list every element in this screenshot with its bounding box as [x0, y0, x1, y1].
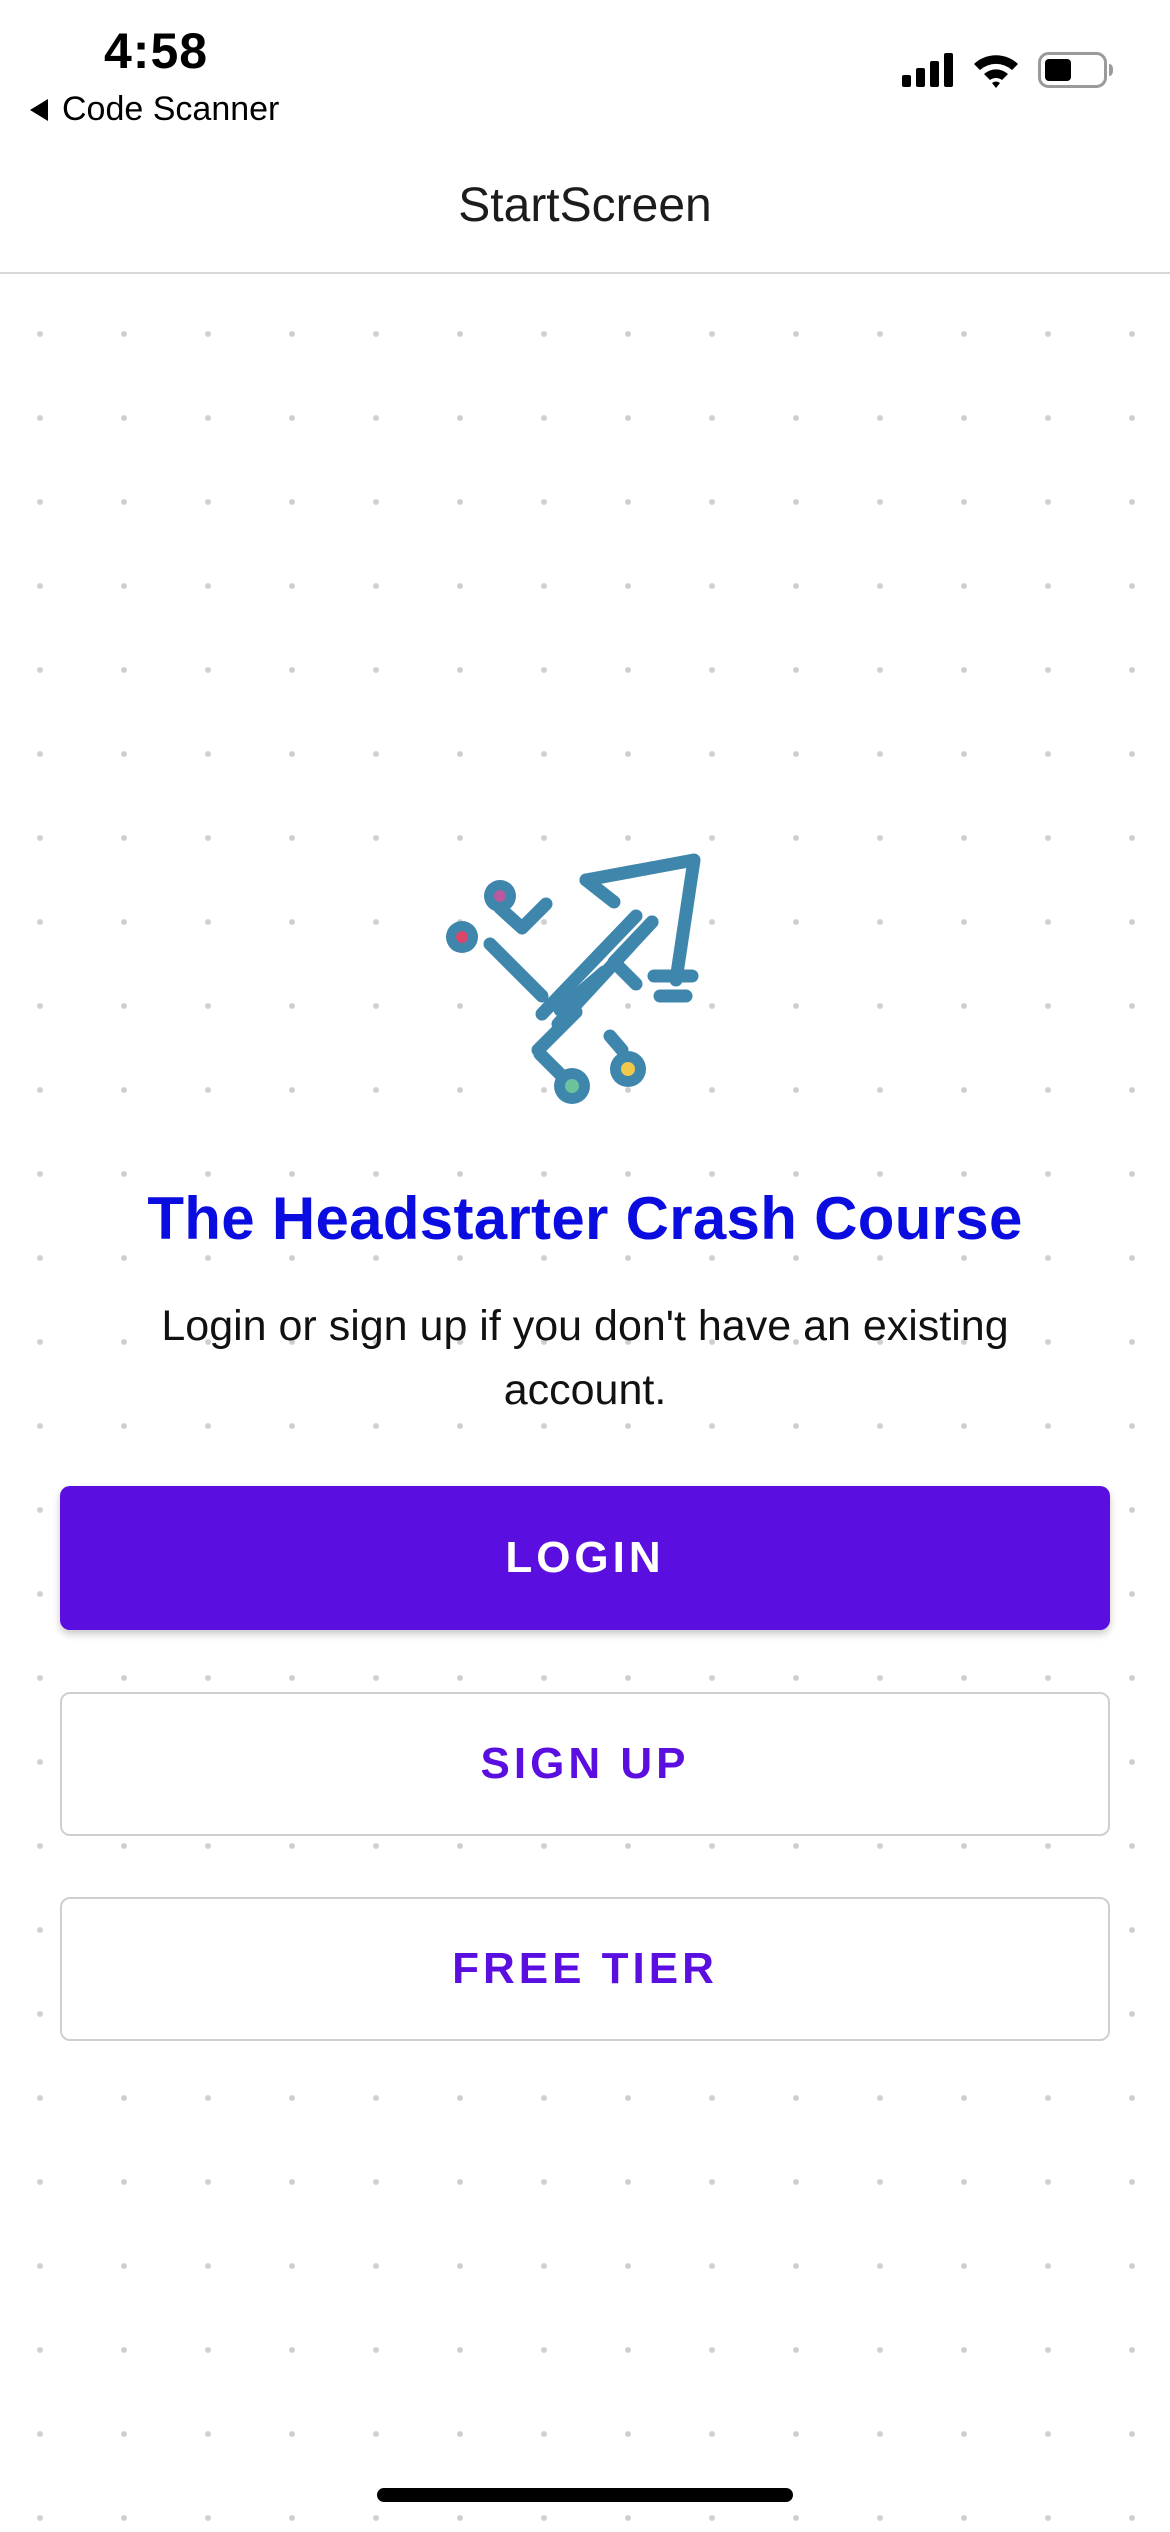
sign-up-button[interactable]: SIGN UP: [60, 1692, 1110, 1836]
page-title: StartScreen: [458, 179, 712, 232]
login-instructions: Login or sign up if you don't have an ex…: [161, 1302, 1009, 1414]
status-bar: 4:58 Code Scanner: [0, 0, 1170, 140]
status-icons: [902, 52, 1114, 88]
home-indicator[interactable]: [377, 2488, 793, 2502]
rocket-circuit-icon: [446, 853, 701, 1104]
free-tier-button[interactable]: FREE TIER: [60, 1897, 1110, 2041]
back-arrow-icon: [30, 98, 48, 121]
back-app-label: Code Scanner: [62, 90, 280, 128]
cellular-signal-icon: [902, 53, 953, 87]
back-to-app-button[interactable]: Code Scanner: [30, 90, 279, 129]
course-title: The Headstarter Crash Course: [147, 1185, 1023, 1252]
start-screen-content: The Headstarter Crash Course Login or si…: [0, 274, 1170, 2532]
battery-icon: [1038, 52, 1113, 88]
login-button[interactable]: LOGIN: [60, 1486, 1110, 1630]
navigation-bar: StartScreen: [0, 140, 1170, 274]
status-time: 4:58: [104, 23, 209, 79]
wifi-icon: [974, 55, 1018, 88]
